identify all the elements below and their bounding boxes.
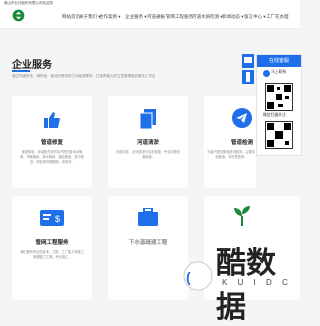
wechat-scan-label: 微信扫描关注 <box>263 113 286 117</box>
nav-river-report[interactable]: 河道通报 <box>147 14 166 20</box>
card-desc: 为客户提供管道检测服务，主要包括管道、非开挖检测... <box>207 150 255 159</box>
customer-service-popup: 在线客服 马上联系 微信扫描关注 <box>256 54 302 156</box>
page-subtitle: 通过沟通来来、满怀信、面对的需求的力对客观需求，打造再最大的注意管理接收服务工作… <box>12 74 156 78</box>
nav-home[interactable]: 网站首页 <box>62 14 80 20</box>
nav-message[interactable]: 留言中心 ▾ <box>244 14 266 20</box>
service-card-network-engineering[interactable]: $ 管网工程服务 我们都有专业的技术、工程、工厂能力和施工管理能力工程，专业施工… <box>12 196 92 300</box>
card-title: 管网工程服务 <box>35 240 69 246</box>
phone-icon <box>246 72 250 82</box>
contact-now-link[interactable]: 马上联系 <box>271 70 286 75</box>
svg-text:$: $ <box>55 214 60 224</box>
qr-code-image <box>265 83 293 111</box>
card-title: 下水道疏通工程 <box>128 240 168 246</box>
nav-factory[interactable]: 工厂在办理 <box>266 14 289 20</box>
chat-side-tab[interactable] <box>242 54 254 68</box>
sprout-icon <box>234 206 250 226</box>
thumbs-up-icon <box>44 112 60 128</box>
nav-about[interactable]: 关于我们 ▾ <box>79 14 101 20</box>
nav-water-quality[interactable]: 河道水质检测 ▾ <box>192 14 223 20</box>
nav-services[interactable]: 企业服务 ▾ <box>125 14 147 20</box>
card-desc: 管道修复、采用极先进的非开挖的技术对管道、市政管网、排水管网、通信管道、进行修复… <box>20 150 84 164</box>
telegram-icon <box>232 108 252 128</box>
service-card-sewer-dredging[interactable]: 下水道疏通工程 <box>108 196 188 300</box>
card-title: 管道修复 <box>40 140 63 146</box>
service-card-pipe-repair[interactable]: 管道修复 管道修复、采用极先进的非开挖的技术对管道、市政管网、排水管网、通信管道… <box>12 96 92 188</box>
phone-side-tab[interactable] <box>242 70 254 84</box>
popup-header: 在线客服 <box>257 55 301 67</box>
copy-docs-icon <box>139 109 156 130</box>
page-title: 企业服务 <box>12 60 52 71</box>
service-card-river-dredging[interactable]: 河道清淤 河道清淤、对河道进行清淤处理，专业清理河道疏通... <box>108 96 188 188</box>
nav-cases[interactable]: 合作案例 ▾ <box>99 14 125 20</box>
site-header: 网站首页 关于我们 ▾ 合作案例 ▾ 企业服务 ▾ 河道通报 管网工程服务 河道… <box>0 6 300 29</box>
watermark-sub: K U I D C <box>222 278 292 287</box>
qq-icon <box>263 70 270 77</box>
chat-icon <box>244 57 252 63</box>
title-underline <box>12 70 30 72</box>
card-desc: 河道清淤、对河道进行清淤处理，专业清理河道疏通... <box>116 150 180 159</box>
nav-news[interactable]: 新闻动态 ▾ <box>222 14 244 20</box>
card-title: 河道清淤 <box>136 140 159 146</box>
card-desc: 我们都有专业的技术、工程、工厂能力和施工管理能力工程，专业施工... <box>20 250 84 259</box>
recycle-logo-icon[interactable] <box>12 9 25 22</box>
service-card-pipe-inspection[interactable]: 管道检测 为客户提供管道检测服务，主要包括管道、非开挖检测... <box>204 96 256 188</box>
briefcase-icon <box>138 208 158 226</box>
credit-card-icon: $ <box>40 210 64 226</box>
svg-text:(: ( <box>186 269 191 285</box>
watermark-logo: ( 酷数据 K U I D C <box>178 236 300 324</box>
nav-pipeline[interactable]: 管网工程服务 <box>166 14 193 20</box>
wechat-qr-code <box>265 121 293 149</box>
main-nav: 网站首页 关于我们 ▾ 合作案例 ▾ 企业服务 ▾ 河道通报 管网工程服务 河道… <box>62 14 289 20</box>
